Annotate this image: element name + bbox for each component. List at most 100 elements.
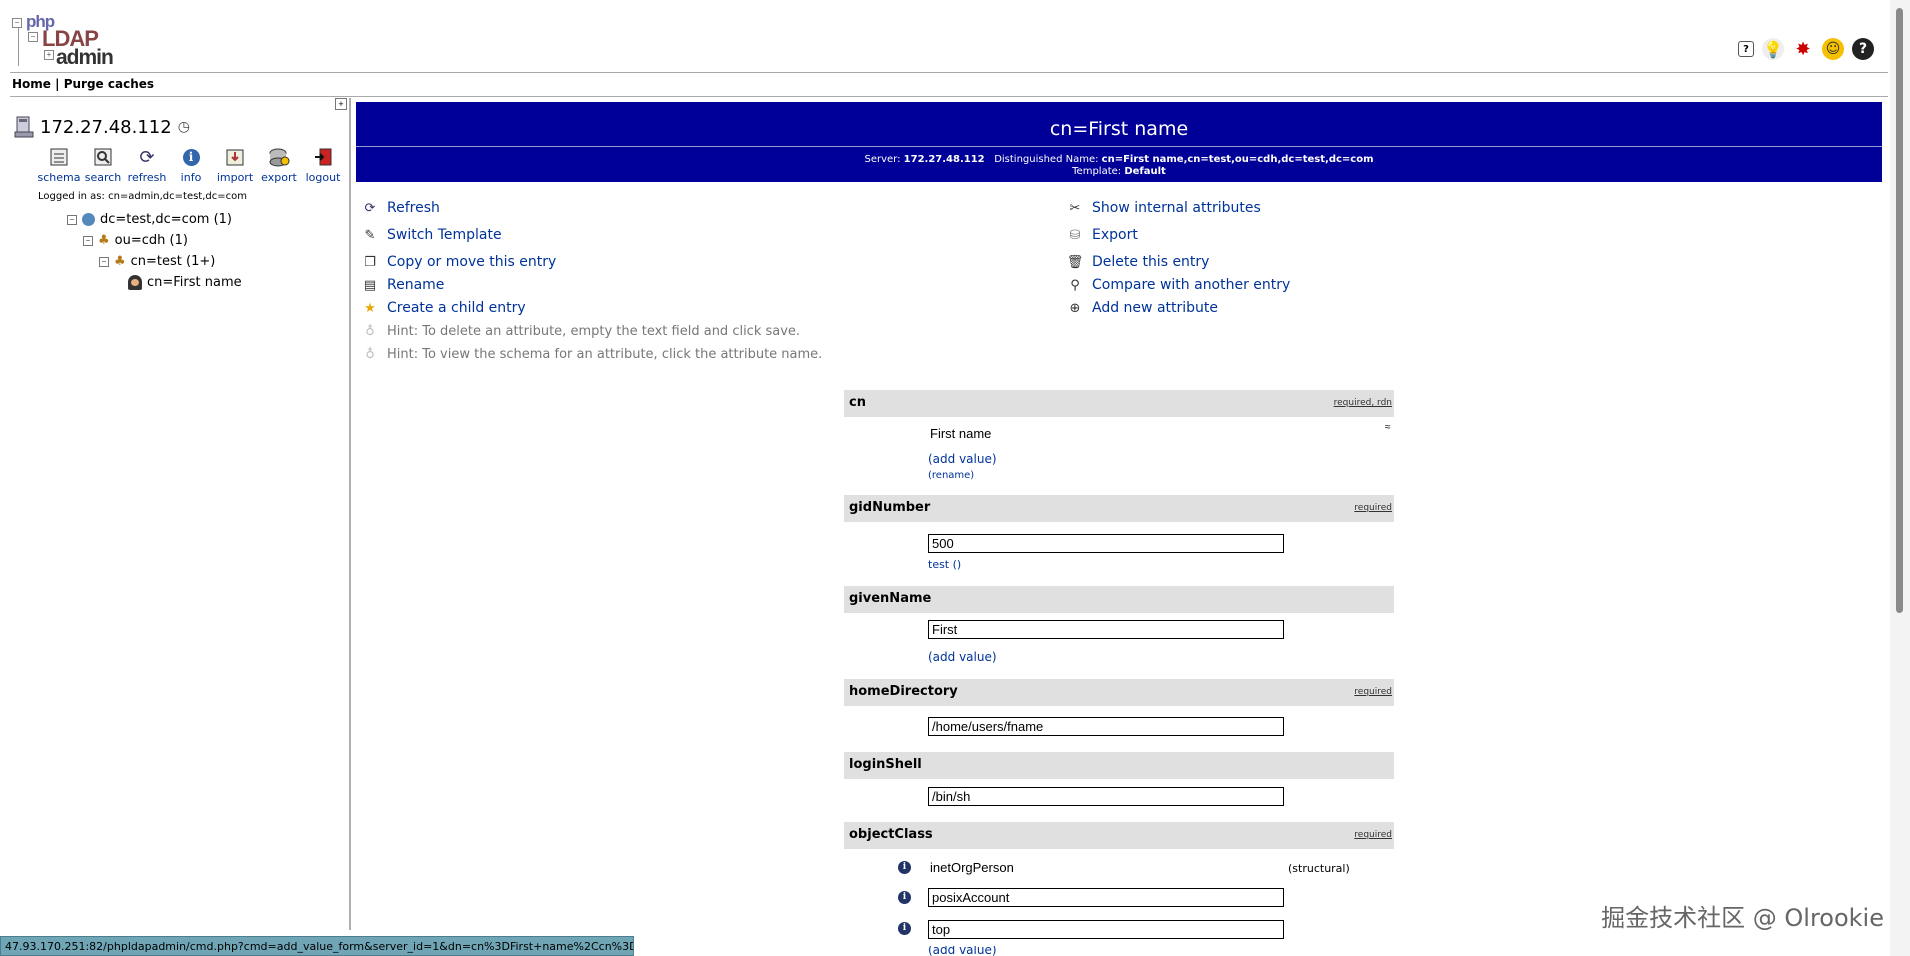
top-menu: Home | Purge caches: [12, 77, 154, 91]
info-icon[interactable]: i: [898, 861, 911, 874]
entry-title: cn=First name: [1049, 118, 1189, 140]
delete-entry-link[interactable]: 🗑 Delete this entry: [1067, 254, 1210, 270]
info-icon: i: [180, 146, 202, 168]
refresh-link-label[interactable]: Refresh: [387, 200, 440, 216]
rename-link[interactable]: ▤ Rename: [362, 277, 445, 293]
create-child-link[interactable]: ★ Create a child entry: [362, 300, 526, 316]
attr-name-cn[interactable]: cn: [849, 395, 866, 410]
refresh-action[interactable]: ⟳ refresh: [127, 146, 167, 185]
attr-name-givenname[interactable]: givenName: [849, 591, 931, 606]
attr-name-homedirectory[interactable]: homeDirectory: [849, 684, 958, 699]
group-icon: ♣: [98, 233, 110, 248]
help-icon[interactable]: ?: [1738, 41, 1754, 57]
tree-item-ou[interactable]: − ♣ ou=cdh (1): [83, 233, 188, 248]
phpldapadmin-logo[interactable]: − php − LDAP + admin: [12, 12, 122, 69]
tools-icon: ✂: [1069, 200, 1081, 216]
refresh-link[interactable]: ⟳ Refresh: [362, 200, 440, 216]
home-link[interactable]: Home: [12, 77, 51, 91]
search-action[interactable]: search: [84, 146, 122, 184]
export-action[interactable]: export: [260, 146, 298, 184]
search-icon: [92, 146, 114, 168]
tree-toggle-icon[interactable]: −: [67, 214, 77, 225]
refresh-label: refresh: [127, 171, 167, 184]
switch-template-link[interactable]: ✎ Switch Template: [362, 227, 502, 243]
tree-toggle-icon[interactable]: −: [83, 235, 93, 246]
attr-flags-objectclass[interactable]: required: [1354, 830, 1392, 840]
info-icon[interactable]: i: [898, 922, 911, 935]
copy-move-link[interactable]: ❐ Copy or move this entry: [362, 254, 556, 270]
tree-item-cn-test[interactable]: − ♣ cn=test (1+): [99, 254, 215, 269]
smiley-icon[interactable]: ☺: [1822, 38, 1844, 60]
clock-icon[interactable]: ◷: [178, 119, 190, 135]
tree-panel: + 172.27.48.112 ◷ schema search ⟳ refres…: [0, 98, 351, 930]
tree-item-cn-first-name[interactable]: cn=First name: [128, 275, 242, 290]
compare-label[interactable]: Compare with another entry: [1092, 277, 1290, 293]
tree-item-dc[interactable]: − dc=test,dc=com (1): [67, 212, 232, 227]
vertical-scrollbar[interactable]: [1890, 0, 1910, 956]
compare-link[interactable]: ⚲ Compare with another entry: [1067, 277, 1290, 293]
create-child-label[interactable]: Create a child entry: [387, 300, 526, 316]
dn-label: Distinguished Name:: [994, 154, 1099, 165]
info-icon[interactable]: i: [898, 891, 911, 904]
collapse-icon[interactable]: +: [335, 98, 347, 110]
attr-name-objectclass[interactable]: objectClass: [849, 827, 933, 842]
scrollbar-thumb[interactable]: [1896, 8, 1903, 613]
cn-value: First name: [930, 426, 992, 441]
switch-template-label[interactable]: Switch Template: [387, 227, 502, 243]
logo-tree-line: [18, 28, 19, 66]
server-name[interactable]: 172.27.48.112: [40, 117, 172, 138]
server-actions: schema search ⟳ refresh i info import ex…: [38, 146, 342, 185]
tree-item-label[interactable]: cn=First name: [147, 275, 242, 290]
attr-flags-homedirectory[interactable]: required: [1354, 687, 1392, 697]
logout-action[interactable]: logout: [304, 146, 342, 184]
question-icon[interactable]: ?: [1852, 38, 1874, 60]
tree-toggle-icon[interactable]: −: [99, 256, 109, 267]
entry-meta: Server: 172.27.48.112 Distinguished Name…: [356, 154, 1882, 178]
menu-separator: |: [55, 77, 60, 91]
hint-schema: ♁ Hint: To view the schema for an attrib…: [362, 346, 822, 362]
homedirectory-input[interactable]: /home/users/fname: [928, 717, 1284, 736]
logo-admin: admin: [56, 46, 114, 69]
export-link-label[interactable]: Export: [1092, 227, 1138, 243]
logout-label: logout: [305, 171, 341, 184]
bug-icon[interactable]: ✸: [1792, 38, 1814, 60]
attr-name-gidnumber[interactable]: gidNumber: [849, 500, 930, 515]
objectclass-input-posix[interactable]: posixAccount: [928, 888, 1284, 907]
globe-icon: [82, 213, 95, 226]
gidnumber-input[interactable]: 500: [928, 534, 1284, 553]
import-action[interactable]: import: [216, 146, 254, 184]
tree-item-label[interactable]: ou=cdh (1): [115, 233, 188, 248]
objectclass-add-value-link[interactable]: (add value): [928, 946, 997, 956]
purge-caches-link[interactable]: Purge caches: [64, 77, 154, 91]
tree-item-label[interactable]: dc=test,dc=com (1): [100, 212, 232, 227]
attr-flags-cn[interactable]: required, rdn: [1334, 398, 1392, 408]
add-attribute-link[interactable]: ⊕ Add new attribute: [1067, 300, 1218, 316]
tree-item-label[interactable]: cn=test (1+): [131, 254, 216, 269]
attr-flags-gidnumber[interactable]: required: [1354, 503, 1392, 513]
show-internal-link[interactable]: ✂ Show internal attributes: [1067, 200, 1261, 216]
logout-icon: [312, 146, 334, 168]
givenname-add-value-link[interactable]: (add value): [928, 650, 997, 664]
logo-box-icon: −: [12, 18, 22, 28]
rename-label[interactable]: Rename: [387, 277, 444, 293]
show-internal-label[interactable]: Show internal attributes: [1092, 200, 1261, 216]
add-attribute-label[interactable]: Add new attribute: [1092, 300, 1218, 316]
group-icon: ♣: [114, 254, 126, 269]
lightbulb-icon[interactable]: 💡: [1762, 38, 1784, 60]
attr-name-loginshell[interactable]: loginShell: [849, 757, 922, 772]
loginshell-input[interactable]: /bin/sh: [928, 787, 1284, 806]
objectclass-input-top[interactable]: top: [928, 920, 1284, 939]
export-link[interactable]: ⛁ Export: [1067, 227, 1138, 243]
objectclass-add-value-clip: (add value): [928, 946, 1008, 956]
info-action[interactable]: i info: [172, 146, 210, 184]
cn-rename-link[interactable]: (rename): [928, 470, 974, 481]
add-attribute-icon: ⊕: [1069, 300, 1081, 316]
server-value: 172.27.48.112: [903, 154, 985, 165]
template-value: Default: [1124, 166, 1166, 177]
copy-move-label[interactable]: Copy or move this entry: [387, 254, 556, 270]
cn-add-value-link[interactable]: (add value): [928, 452, 997, 466]
gidnumber-group-link[interactable]: test (): [928, 558, 961, 571]
delete-entry-label[interactable]: Delete this entry: [1092, 254, 1209, 270]
givenname-input[interactable]: First: [928, 620, 1284, 639]
schema-action[interactable]: schema: [38, 146, 81, 184]
